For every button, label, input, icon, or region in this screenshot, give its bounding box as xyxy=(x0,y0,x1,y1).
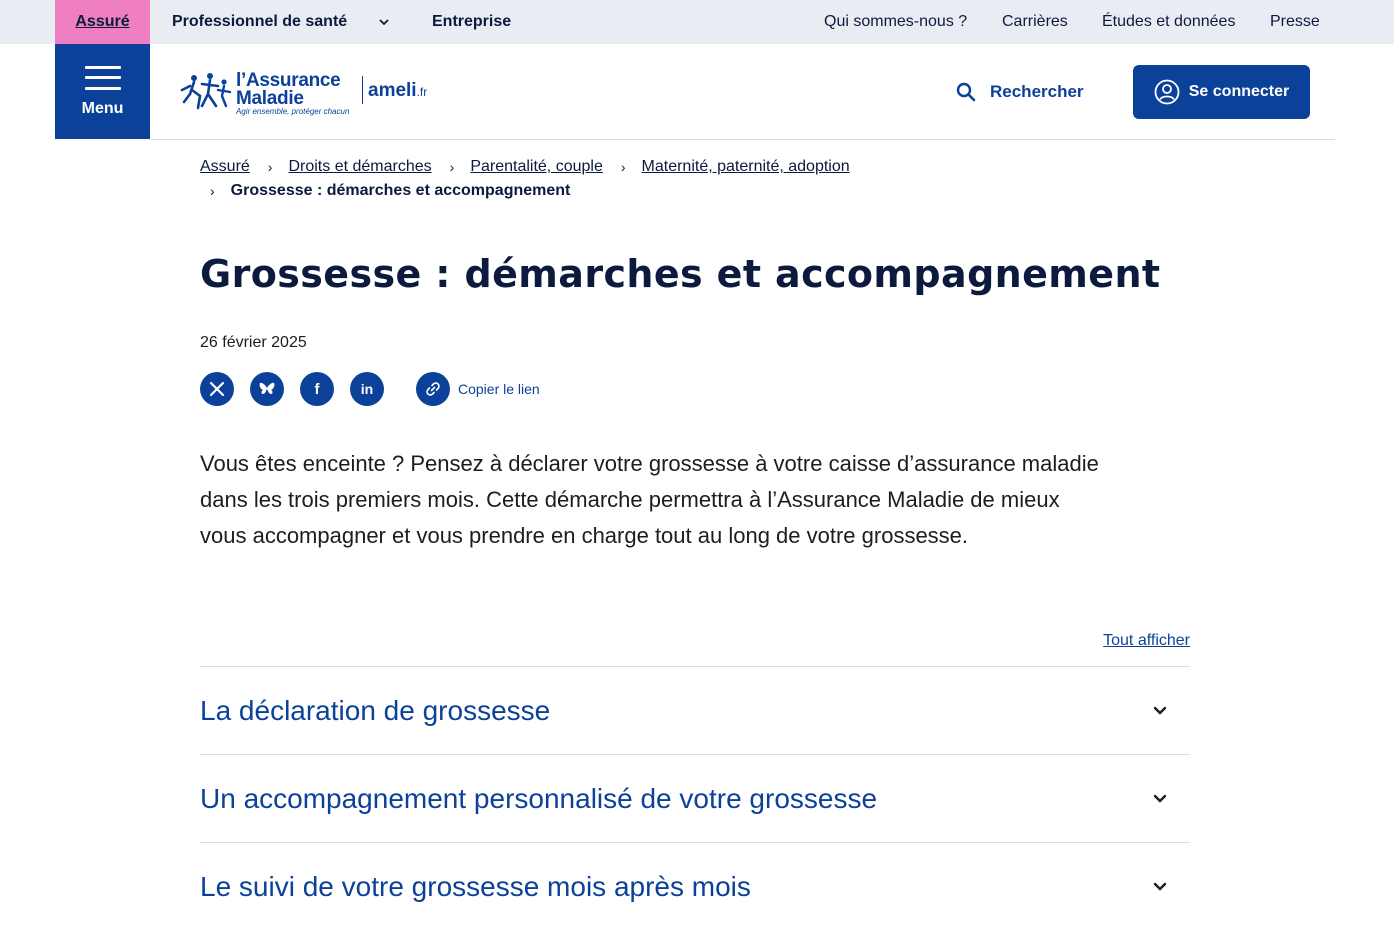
audience-tab-pro-label: Professionnel de santé xyxy=(172,13,348,30)
search-label: Rechercher xyxy=(990,82,1084,101)
x-icon xyxy=(209,381,225,397)
top-link-presse[interactable]: Presse xyxy=(1270,0,1320,44)
share-linkedin-button[interactable]: in xyxy=(350,372,384,406)
chevron-right-icon: › xyxy=(267,159,273,175)
audience-tab-entreprise[interactable]: Entreprise xyxy=(432,0,511,44)
logo-tagline: Agir ensemble, protéger chacun xyxy=(236,107,350,116)
accordion-declaration[interactable]: La déclaration de grossesse xyxy=(200,666,1190,754)
publication-date: 26 février 2025 xyxy=(200,334,307,351)
chevron-right-icon: › xyxy=(620,159,626,175)
login-label: Se connecter xyxy=(1188,83,1290,100)
chevron-down-icon xyxy=(1153,882,1167,891)
chevron-down-icon xyxy=(1153,706,1167,715)
audience-tab-pro[interactable]: Professionnel de santé xyxy=(172,0,391,44)
search-icon xyxy=(956,82,976,102)
top-link-qui-sommes-nous[interactable]: Qui sommes-nous ? xyxy=(824,0,967,44)
link-icon xyxy=(416,372,450,406)
accordion-accompagnement[interactable]: Un accompagnement personnalisé de votre … xyxy=(200,754,1190,842)
top-link-carrieres[interactable]: Carrières xyxy=(1002,0,1068,44)
accordion-title: La déclaration de grossesse xyxy=(200,694,551,726)
share-x-button[interactable] xyxy=(200,372,234,406)
breadcrumb-current: Grossesse : démarches et accompagnement xyxy=(230,182,571,199)
page-title: Grossesse : démarches et accompagnement xyxy=(200,252,1161,296)
linkedin-icon: in xyxy=(360,381,374,397)
audience-bar: Assuré Professionnel de santé Entreprise… xyxy=(0,0,1394,44)
user-icon xyxy=(1154,79,1180,105)
intro-paragraph: Vous êtes enceinte ? Pensez à déclarer v… xyxy=(200,451,1099,548)
accordion-suivi[interactable]: Le suivi de votre grossesse mois après m… xyxy=(200,842,1190,927)
logo-ameli: ameli.fr xyxy=(368,80,428,101)
bluesky-icon xyxy=(259,382,275,394)
chevron-down-icon xyxy=(377,15,391,29)
copy-link-label: Copier le lien xyxy=(458,381,540,397)
menu-label: Menu xyxy=(81,99,124,117)
search-button[interactable]: Rechercher xyxy=(956,78,1084,106)
breadcrumb-item-maternite[interactable]: Maternité, paternité, adoption xyxy=(642,158,850,176)
facebook-icon: f xyxy=(314,380,320,398)
breadcrumb-item-droits[interactable]: Droits et démarches xyxy=(288,158,431,176)
share-facebook-button[interactable]: f xyxy=(300,372,334,406)
top-link-etudes[interactable]: Études et données xyxy=(1102,0,1235,44)
chevron-right-icon: › xyxy=(449,159,455,175)
login-button[interactable]: Se connecter xyxy=(1133,65,1310,119)
assurance-maladie-figures-icon xyxy=(180,73,232,110)
chevron-down-icon xyxy=(1153,794,1167,803)
logo-separator xyxy=(362,76,363,104)
breadcrumb-item-parentalite[interactable]: Parentalité, couple xyxy=(470,158,603,176)
chevron-right-icon: › xyxy=(210,183,215,199)
menu-button[interactable]: Menu xyxy=(55,44,150,139)
show-all-link[interactable]: Tout afficher xyxy=(1103,632,1190,650)
hamburger-icon xyxy=(84,65,121,90)
copy-link-button[interactable]: Copier le lien xyxy=(416,372,540,406)
site-logo[interactable]: l’Assurance Maladie Agir ensemble, proté… xyxy=(180,62,440,122)
audience-tab-assure[interactable]: Assuré xyxy=(55,0,150,44)
accordion-title: Le suivi de votre grossesse mois après m… xyxy=(200,870,751,902)
share-bluesky-button[interactable] xyxy=(250,372,284,406)
breadcrumb-item-assure[interactable]: Assuré xyxy=(200,158,250,176)
header-divider xyxy=(150,139,1335,140)
accordion-title: Un accompagnement personnalisé de votre … xyxy=(200,782,878,814)
